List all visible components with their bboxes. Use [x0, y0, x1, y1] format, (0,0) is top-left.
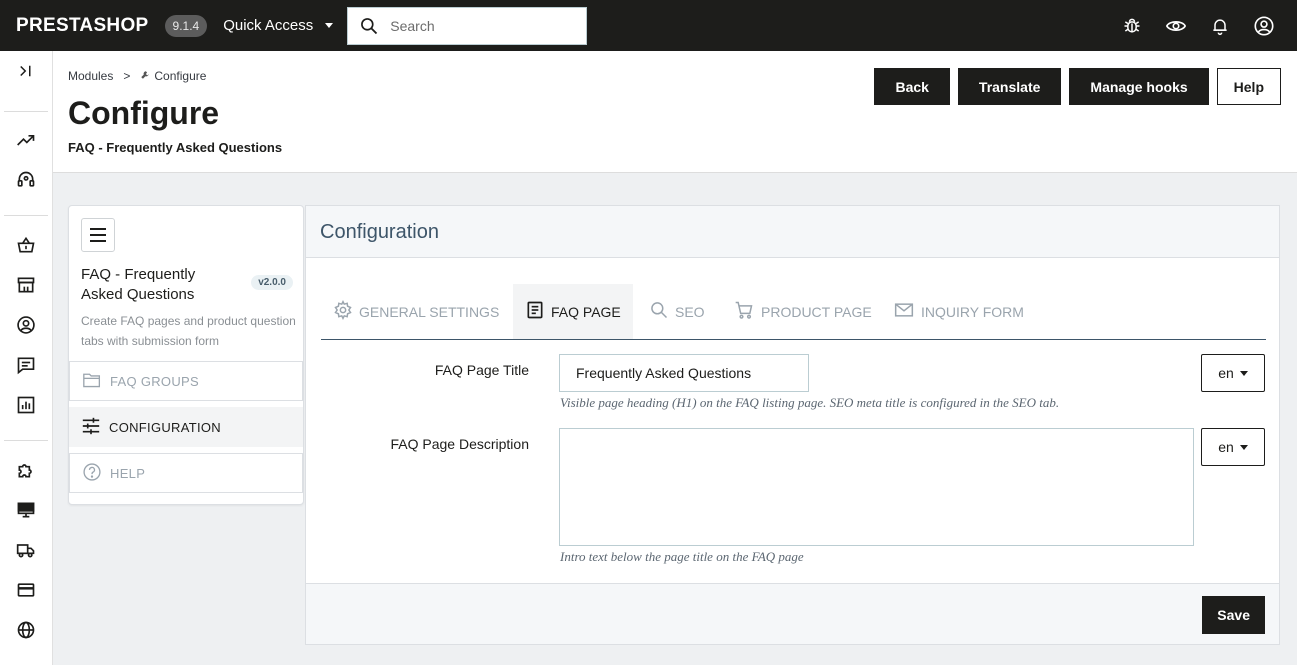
tab-general-settings[interactable]: GENERAL SETTINGS	[321, 284, 511, 339]
tab-label: SEO	[675, 303, 705, 320]
configuration-card: Configuration GENERAL SETTINGS FAQ PAGE …	[305, 205, 1280, 645]
module-nav-label: CONFIGURATION	[109, 419, 221, 435]
wrench-icon	[140, 69, 150, 83]
module-description: Create FAQ pages and product question ta…	[81, 314, 296, 348]
module-version-badge: v2.0.0	[251, 275, 293, 290]
quick-access-dropdown[interactable]: Quick Access	[223, 17, 334, 34]
faq-page-description-textarea[interactable]	[559, 428, 1194, 546]
breadcrumb-separator: >	[123, 69, 131, 83]
language-label: en	[1218, 365, 1234, 381]
module-sidebar-panel: FAQ - Frequently Asked Questions v2.0.0 …	[68, 205, 304, 505]
credit-card-icon[interactable]	[15, 579, 37, 601]
card-title: Configuration	[320, 221, 439, 243]
search-box[interactable]	[347, 6, 588, 45]
bug-icon[interactable]	[1121, 15, 1143, 37]
faq-page-title-input[interactable]	[559, 354, 809, 392]
cart-icon	[733, 300, 755, 323]
card-footer: Save	[306, 583, 1279, 644]
faq-page-title-help: Visible page heading (H1) on the FAQ lis…	[560, 395, 1060, 410]
language-label: en	[1218, 439, 1234, 455]
tab-label: GENERAL SETTINGS	[359, 303, 500, 320]
back-button[interactable]: Back	[874, 68, 950, 105]
gear-icon	[333, 299, 353, 323]
message-icon[interactable]	[15, 354, 37, 376]
truck-icon[interactable]	[15, 539, 37, 561]
menu-icon	[90, 228, 106, 242]
save-button[interactable]: Save	[1202, 596, 1265, 634]
module-nav-label: HELP	[110, 465, 146, 481]
headset-icon[interactable]	[15, 169, 37, 191]
top-bar: PRESTASHOP 9.1.4 Quick Access	[0, 0, 1297, 51]
faq-page-description-label: FAQ Page Description	[390, 436, 529, 452]
puzzle-icon[interactable]	[15, 459, 37, 481]
sliders-icon	[81, 417, 101, 438]
expand-icon[interactable]	[15, 60, 37, 82]
chevron-down-icon	[325, 23, 334, 28]
faq-page-description-help: Intro text below the page title on the F…	[560, 549, 804, 564]
version-badge: 9.1.4	[164, 14, 208, 37]
card-header: Configuration	[306, 206, 1279, 258]
page-header: Modules > Configure Configure FAQ - Freq…	[53, 51, 1297, 173]
tab-label: INQUIRY FORM	[921, 303, 1024, 320]
module-nav-configuration[interactable]: CONFIGURATION	[69, 407, 303, 447]
eye-icon[interactable]	[1165, 15, 1187, 37]
caret-down-icon	[1239, 370, 1248, 376]
main-sidebar	[0, 51, 53, 665]
tab-product-page[interactable]: PRODUCT PAGE	[721, 284, 884, 339]
faq-page-title-label: FAQ Page Title	[434, 362, 529, 378]
tab-faq-page[interactable]: FAQ PAGE	[513, 284, 633, 339]
breadcrumb: Modules > Configure	[68, 69, 206, 83]
tab-inquiry-form[interactable]: INQUIRY FORM	[881, 284, 1036, 339]
page-title: Configure	[68, 95, 220, 131]
search-input[interactable]	[390, 17, 571, 34]
tab-label: PRODUCT PAGE	[761, 303, 872, 320]
translate-button[interactable]: Translate	[957, 68, 1062, 105]
caret-down-icon	[1239, 444, 1248, 450]
store-icon[interactable]	[15, 274, 37, 296]
tab-label: FAQ PAGE	[551, 303, 621, 320]
search-icon	[649, 300, 669, 323]
prestashop-logo[interactable]: PRESTASHOP	[16, 15, 149, 37]
module-nav-faq-groups[interactable]: FAQ GROUPS	[69, 361, 303, 401]
customer-icon[interactable]	[15, 314, 37, 336]
mail-icon	[893, 300, 915, 323]
trending-icon[interactable]	[15, 129, 37, 151]
bell-icon[interactable]	[1209, 15, 1231, 37]
breadcrumb-configure: Configure	[154, 69, 207, 83]
document-icon	[525, 300, 545, 323]
hamburger-menu-button[interactable]	[81, 218, 115, 252]
help-button[interactable]: Help	[1216, 68, 1281, 105]
search-icon	[348, 16, 390, 36]
help-circle-icon	[82, 462, 102, 485]
module-nav-help[interactable]: HELP	[69, 453, 303, 493]
page-subtitle: FAQ - Frequently Asked Questions	[68, 140, 283, 155]
globe-icon[interactable]	[15, 619, 37, 641]
folder-icon	[82, 371, 102, 392]
language-dropdown[interactable]: en	[1201, 428, 1265, 466]
monitor-icon[interactable]	[15, 499, 37, 521]
module-name: FAQ - Frequently Asked Questions	[81, 266, 196, 303]
module-nav-label: FAQ GROUPS	[110, 373, 199, 389]
config-tabs: GENERAL SETTINGS FAQ PAGE SEO PRODUCT PA…	[321, 284, 1266, 340]
basket-icon[interactable]	[15, 234, 37, 256]
language-dropdown[interactable]: en	[1201, 354, 1265, 392]
manage-hooks-button[interactable]: Manage hooks	[1069, 68, 1209, 105]
quick-access-label: Quick Access	[223, 17, 314, 34]
user-icon[interactable]	[1253, 15, 1275, 37]
tab-seo[interactable]: SEO	[637, 284, 717, 339]
stats-icon[interactable]	[15, 394, 37, 416]
breadcrumb-modules[interactable]: Modules	[68, 69, 113, 83]
